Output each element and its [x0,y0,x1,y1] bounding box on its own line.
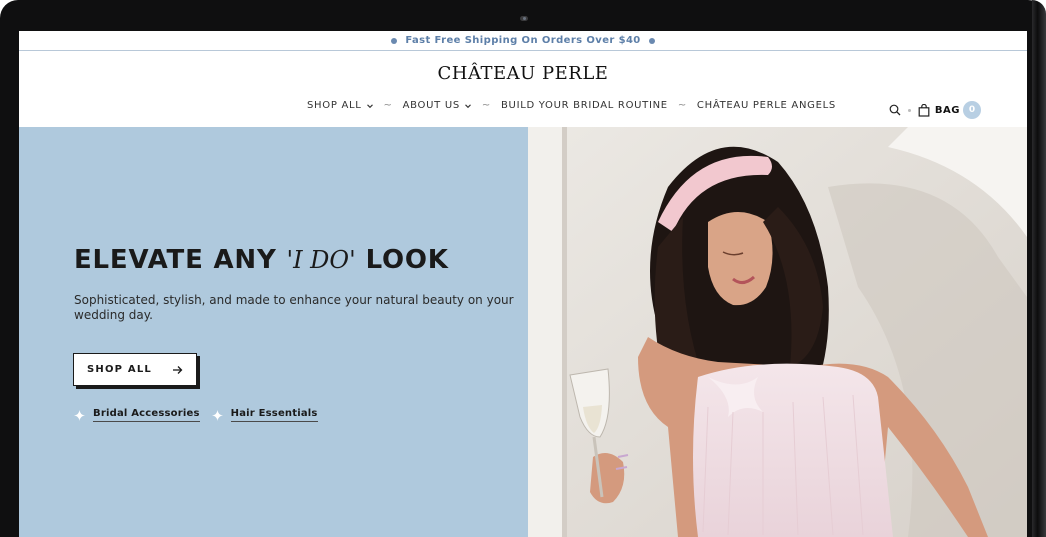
chevron-down-icon [366,103,373,108]
header-utilities: BAG 0 [889,101,981,119]
bag-icon [918,103,930,117]
hero-section: ELEVATE ANY 'I DO' LOOK Sophisticated, s… [19,127,1027,537]
nav-item-label: ABOUT US [402,100,460,111]
bag-label: BAG [934,104,960,116]
hero-text-panel: ELEVATE ANY 'I DO' LOOK Sophisticated, s… [19,127,528,537]
arrow-right-icon [173,365,183,374]
bag-button[interactable]: BAG 0 [918,101,981,119]
nav-item-label: BUILD YOUR BRIDAL ROUTINE [501,100,668,111]
headline-after: LOOK [365,245,449,275]
sparkle-icon [74,409,85,421]
browser-screen: Fast Free Shipping On Orders Over $40 CH… [19,31,1027,537]
announcement-text: Fast Free Shipping On Orders Over $40 [405,35,641,46]
nav-item-build-routine[interactable]: BUILD YOUR BRIDAL ROUTINE [501,100,668,111]
search-icon[interactable] [889,104,901,116]
announcement-bar: Fast Free Shipping On Orders Over $40 [19,31,1027,51]
nav-item-angels[interactable]: CHÂTEAU PERLE ANGELS [697,100,836,111]
nav-item-label: CHÂTEAU PERLE ANGELS [696,100,836,111]
nav-separator: ~ [383,100,393,111]
bag-count-badge: 0 [963,101,981,119]
hero-headline: ELEVATE ANY 'I DO' LOOK [74,245,449,275]
nav-item-shop-all[interactable]: SHOP ALL [307,100,374,111]
nav-item-about-us[interactable]: ABOUT US [403,100,472,111]
hero-subtext: Sophisticated, stylish, and made to enha… [74,293,514,322]
link-bridal-accessories[interactable]: Bridal Accessories [93,408,200,422]
bullet-dot-icon [648,37,655,44]
nav-item-label: SHOP ALL [307,100,362,111]
nav-separator: ~ [481,100,491,111]
site-logo[interactable]: CHÂTEAU PERLE [19,63,1027,84]
bullet-dot-icon [391,37,398,44]
hero-photo [528,127,1027,537]
main-nav: SHOP ALL ~ ABOUT US ~ BUILD YOUR BRIDAL … [307,100,836,111]
link-hair-essentials[interactable]: Hair Essentials [230,408,318,422]
shop-all-button[interactable]: SHOP ALL [73,353,197,386]
camera [520,16,528,21]
site-header: CHÂTEAU PERLE SHOP ALL ~ ABOUT US ~ BUIL… [19,51,1027,127]
headline-script: 'I DO' [286,246,356,274]
sparkle-icon [211,409,223,421]
shop-all-button-label: SHOP ALL [87,364,152,375]
laptop-edge [1032,0,1046,537]
nav-separator: ~ [677,100,687,111]
hero-image [528,127,1027,537]
hero-category-links: Bridal Accessories Hair Essentials [74,408,318,422]
chevron-down-icon [465,103,471,108]
headline-before: ELEVATE ANY [74,245,277,275]
separator-dot [907,108,911,112]
